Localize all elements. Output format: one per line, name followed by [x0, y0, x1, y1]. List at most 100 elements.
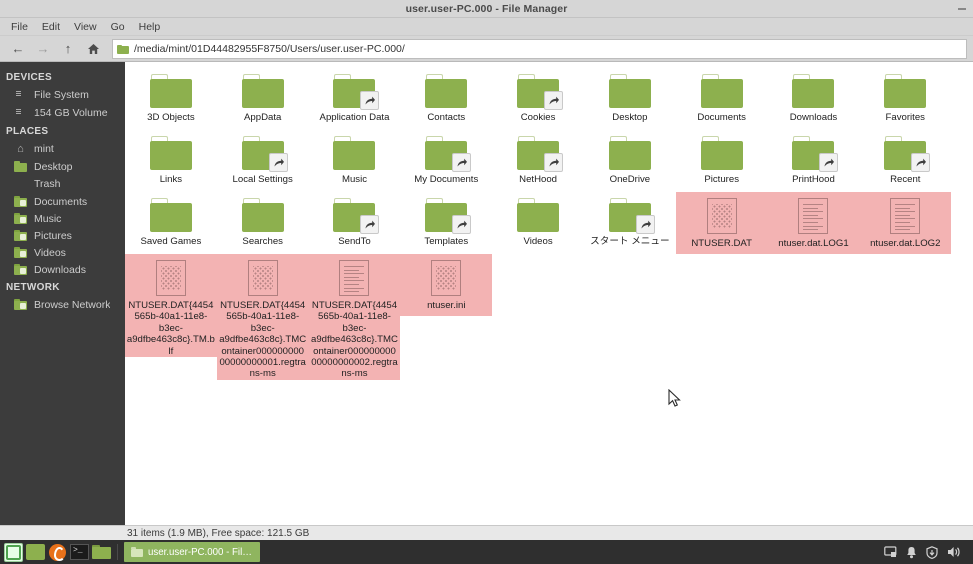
- symlink-arrow-icon: [635, 215, 655, 234]
- menu-icon[interactable]: [4, 542, 23, 562]
- folder-item[interactable]: Application Data: [309, 68, 401, 130]
- symlink-arrow-icon: [268, 153, 288, 172]
- folder-pictures-icon: [14, 230, 27, 241]
- home-icon: [87, 43, 99, 54]
- file-item[interactable]: ntuser.dat.LOG2: [859, 192, 952, 254]
- folder-icon: [117, 44, 129, 54]
- menu-go[interactable]: Go: [104, 19, 132, 35]
- binary-file-icon: [247, 260, 278, 296]
- sidebar-item-mint[interactable]: ⌂ mint: [0, 140, 125, 158]
- arrow-left-icon: ←: [11, 41, 25, 56]
- path-bar[interactable]: /media/mint/01D44482955F8750/Users/user.…: [112, 38, 967, 59]
- folder-music-icon: [14, 213, 27, 224]
- sidebar-item-pictures[interactable]: Pictures: [0, 227, 125, 244]
- notifications-bell-icon[interactable]: [906, 546, 917, 559]
- sidebar-item-documents[interactable]: Documents: [0, 193, 125, 210]
- item-label: Favorites: [885, 112, 925, 123]
- menu-edit[interactable]: Edit: [35, 19, 67, 35]
- home-button[interactable]: [81, 38, 105, 60]
- folder-item[interactable]: Searches: [217, 192, 309, 254]
- arrow-right-icon: →: [36, 41, 50, 56]
- up-button[interactable]: ↑: [56, 38, 80, 60]
- sidebar-item-154gb-volume[interactable]: 154 GB Volume: [0, 104, 125, 122]
- folder-item[interactable]: Cookies: [492, 68, 584, 130]
- item-label: Local Settings: [232, 174, 293, 185]
- terminal-icon[interactable]: [70, 543, 89, 562]
- folder-item[interactable]: 3D Objects: [125, 68, 217, 130]
- icon-grid-row: NTUSER.DAT{4454565b-40a1-11e8-b3ec-a9dfb…: [125, 254, 973, 380]
- folder-item[interactable]: スタート メニュー: [584, 192, 676, 254]
- sidebar-item-music[interactable]: Music: [0, 210, 125, 227]
- item-label: NTUSER.DAT: [691, 238, 752, 249]
- sidebar-item-desktop[interactable]: Desktop: [0, 158, 125, 175]
- folder-icon: [608, 198, 655, 234]
- folder-icon: [884, 136, 931, 172]
- folder-icon: [241, 74, 284, 108]
- volume-icon[interactable]: [947, 546, 961, 558]
- folder-item[interactable]: PrintHood: [768, 130, 860, 192]
- folder-item[interactable]: Contacts: [400, 68, 492, 130]
- sidebar-label: Pictures: [34, 229, 72, 242]
- firefox-icon[interactable]: [48, 543, 67, 562]
- item-label: Videos: [523, 236, 553, 247]
- file-item[interactable]: NTUSER.DAT{4454565b-40a1-11e8-b3ec-a9dfb…: [216, 254, 309, 380]
- update-manager-icon[interactable]: [926, 545, 938, 559]
- menu-help[interactable]: Help: [132, 19, 168, 35]
- symlink-arrow-icon: [544, 91, 564, 110]
- file-item[interactable]: ntuser.ini: [400, 254, 493, 316]
- folder-item[interactable]: Recent: [859, 130, 951, 192]
- folder-icon: [884, 74, 927, 108]
- folder-item[interactable]: Saved Games: [125, 192, 217, 254]
- item-label: SendTo: [338, 236, 371, 247]
- file-list-view[interactable]: 3D Objects AppData Application Data Contact…: [125, 62, 973, 525]
- sidebar-item-file-system[interactable]: File System: [0, 86, 125, 104]
- sidebar-item-downloads[interactable]: Downloads: [0, 261, 125, 278]
- taskbar-window-button[interactable]: user.user-PC.000 - File Man...: [124, 542, 260, 562]
- item-label: Music: [341, 174, 368, 185]
- forward-button[interactable]: →: [31, 38, 55, 60]
- display-icon[interactable]: [884, 546, 897, 558]
- file-item[interactable]: NTUSER.DAT{4454565b-40a1-11e8-b3ec-a9dfb…: [308, 254, 401, 380]
- folder-item[interactable]: OneDrive: [584, 130, 676, 192]
- folder-item[interactable]: Pictures: [676, 130, 768, 192]
- symlink-arrow-icon: [452, 215, 472, 234]
- symlink-arrow-icon: [911, 153, 931, 172]
- folder-item[interactable]: Documents: [676, 68, 768, 130]
- sidebar-group-devices: DEVICES: [6, 72, 53, 83]
- back-button[interactable]: ←: [6, 38, 30, 60]
- sidebar-item-trash[interactable]: Trash: [0, 175, 125, 193]
- navigation-toolbar: ← → ↑ /media/mint/01D44482955F8750/Users…: [0, 36, 973, 62]
- folder-item[interactable]: Templates: [400, 192, 492, 254]
- folder-item[interactable]: NetHood: [492, 130, 584, 192]
- folder-icon: [333, 198, 380, 234]
- folder-videos-icon: [14, 247, 27, 258]
- folder-item[interactable]: My Documents: [400, 130, 492, 192]
- folder-item[interactable]: Local Settings: [217, 130, 309, 192]
- sidebar-group-places: PLACES: [6, 126, 49, 137]
- item-label: NTUSER.DAT{4454565b-40a1-11e8-b3ec-a9dfb…: [126, 300, 215, 357]
- menu-view[interactable]: View: [67, 19, 104, 35]
- folder-item[interactable]: SendTo: [309, 192, 401, 254]
- arrow-up-icon: ↑: [64, 41, 72, 56]
- folder-item[interactable]: Links: [125, 130, 217, 192]
- item-label: PrintHood: [792, 174, 835, 185]
- folder-item[interactable]: Videos: [492, 192, 584, 254]
- file-manager-icon[interactable]: [92, 543, 111, 562]
- sidebar-item-browse-network[interactable]: Browse Network: [0, 296, 125, 313]
- item-label: Saved Games: [140, 236, 202, 247]
- item-label: Documents: [697, 112, 746, 123]
- item-label: My Documents: [414, 174, 479, 185]
- folder-item[interactable]: Desktop: [584, 68, 676, 130]
- folder-item[interactable]: Downloads: [768, 68, 860, 130]
- show-desktop-icon[interactable]: [26, 543, 45, 562]
- menu-file[interactable]: File: [4, 19, 35, 35]
- item-label: NetHood: [519, 174, 558, 185]
- sidebar-item-videos[interactable]: Videos: [0, 244, 125, 261]
- file-item[interactable]: NTUSER.DAT: [675, 192, 768, 254]
- folder-item[interactable]: AppData: [217, 68, 309, 130]
- file-item[interactable]: ntuser.dat.LOG1: [767, 192, 860, 254]
- minimize-button[interactable]: [956, 4, 967, 15]
- folder-item[interactable]: Favorites: [859, 68, 951, 130]
- folder-item[interactable]: Music: [309, 130, 401, 192]
- file-item[interactable]: NTUSER.DAT{4454565b-40a1-11e8-b3ec-a9dfb…: [125, 254, 217, 358]
